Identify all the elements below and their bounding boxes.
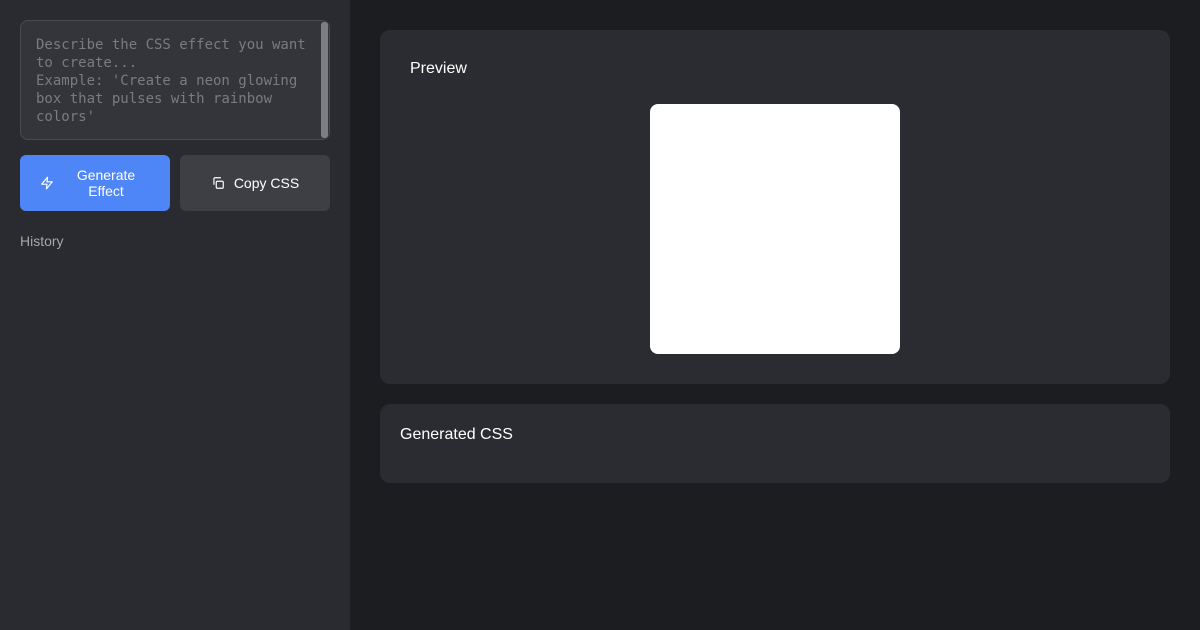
copy-css-button[interactable]: Copy CSS (180, 155, 330, 211)
sidebar: Generate Effect Copy CSS History (0, 0, 350, 630)
preview-card: Preview (380, 30, 1170, 384)
generate-effect-button[interactable]: Generate Effect (20, 155, 170, 211)
copy-icon (211, 176, 225, 190)
main-panel: Preview Generated CSS (350, 0, 1200, 630)
action-buttons: Generate Effect Copy CSS (20, 155, 330, 211)
generated-css-card: Generated CSS (380, 404, 1170, 483)
prompt-container (20, 20, 330, 140)
preview-title: Preview (410, 60, 467, 77)
effect-prompt-input[interactable] (21, 21, 329, 139)
preview-box (650, 104, 900, 354)
app: Generate Effect Copy CSS History Preview… (0, 0, 1200, 630)
history-heading: History (20, 233, 64, 249)
copy-css-label: Copy CSS (233, 175, 300, 191)
generated-css-title: Generated CSS (400, 426, 513, 443)
lightning-icon (40, 176, 54, 190)
generate-effect-label: Generate Effect (76, 167, 136, 199)
prompt-scrollbar[interactable] (321, 22, 328, 138)
